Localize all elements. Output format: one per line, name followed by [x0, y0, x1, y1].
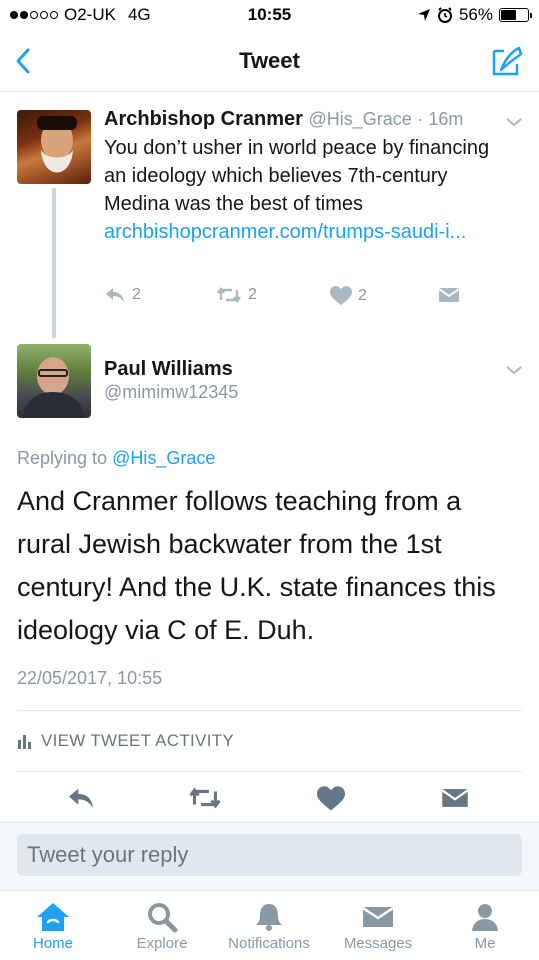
reply-icon	[106, 288, 124, 302]
reply-icon[interactable]	[66, 786, 96, 810]
status-bar: O2-UK 4G 10:55 56%	[0, 0, 539, 30]
replying-label: Replying to	[17, 448, 113, 468]
heart-icon[interactable]	[317, 786, 345, 812]
person-icon	[472, 904, 498, 931]
replying-to: Replying to @His_Grace	[17, 448, 215, 469]
divider	[17, 771, 522, 772]
heart-icon	[330, 286, 352, 305]
bell-icon	[256, 904, 282, 931]
reply-count: 2	[132, 286, 141, 303]
view-tweet-activity-button[interactable]: VIEW TWEET ACTIVITY	[17, 731, 234, 751]
nav-bar: Tweet	[0, 30, 539, 92]
tweet-text: You don’t usher in world peace by financ…	[104, 134, 514, 246]
retweet-action[interactable]: 2	[216, 286, 257, 304]
tab-messages[interactable]: Messages	[336, 891, 420, 960]
home-icon	[37, 903, 69, 931]
tab-bar: Home Explore Notifications Messages Me	[0, 890, 539, 960]
tab-label: Messages	[343, 935, 413, 952]
envelope-icon	[438, 288, 460, 302]
retweet-icon[interactable]	[188, 786, 222, 810]
tweet-link[interactable]: archbishopcranmer.com/trumps-saudi-i...	[104, 221, 466, 243]
author-handle: @His_Grace	[308, 109, 412, 129]
tab-label: Explore	[136, 935, 188, 952]
page-title: Tweet	[239, 48, 300, 73]
search-icon	[148, 903, 178, 933]
envelope-icon	[362, 907, 394, 927]
tab-label: Notifications	[228, 935, 310, 952]
tweet-body: You don’t usher in world peace by financ…	[104, 137, 490, 215]
tweet-actions-main	[0, 786, 539, 818]
avatar-cranmer[interactable]	[17, 110, 91, 184]
tab-label: Home	[32, 935, 73, 952]
activity-label: VIEW TWEET ACTIVITY	[41, 731, 235, 750]
author-name[interactable]: Archbishop Cranmer @His_Grace · 16m	[104, 108, 463, 131]
reply-action[interactable]: 2	[104, 286, 141, 304]
envelope-icon[interactable]	[441, 786, 469, 810]
tab-label: Me	[474, 935, 496, 952]
tweet-actions: 2 2 2	[104, 286, 464, 312]
author-name-text: Archbishop Cranmer	[104, 108, 303, 130]
battery-icon	[499, 8, 532, 22]
direct-message-action[interactable]	[438, 286, 460, 304]
like-action[interactable]: 2	[330, 286, 367, 306]
tab-home[interactable]: Home	[22, 891, 84, 960]
portrait-image	[37, 116, 77, 173]
divider	[17, 710, 522, 711]
tweet-text: And Cranmer follows teaching from a rura…	[17, 486, 496, 645]
battery-fill	[501, 10, 516, 20]
battery-percent: 56%	[458, 5, 493, 24]
thread-connector	[52, 188, 56, 338]
reply-input[interactable]	[17, 834, 522, 876]
reply-bar	[0, 822, 539, 890]
alarm-icon	[437, 7, 452, 23]
retweet-icon	[217, 287, 241, 303]
author-handle[interactable]: @mimimw12345	[104, 382, 238, 403]
replying-handle-link[interactable]: @His_Grace	[112, 448, 215, 468]
avatar-paul-williams[interactable]	[17, 344, 91, 418]
tweet-age: · 16m	[417, 109, 464, 129]
author-name[interactable]: Paul Williams	[104, 358, 233, 381]
compose-tweet-icon[interactable]	[489, 44, 525, 78]
location-arrow-icon	[417, 9, 430, 21]
chevron-down-icon[interactable]	[505, 116, 523, 128]
portrait-image	[23, 357, 85, 418]
bar-chart-icon	[18, 735, 31, 749]
tweet-timestamp: 22/05/2017, 10:55	[17, 668, 163, 688]
chevron-down-icon[interactable]	[505, 364, 523, 376]
retweet-count: 2	[248, 286, 257, 303]
like-count: 2	[358, 287, 367, 304]
tab-notifications[interactable]: Notifications	[218, 891, 320, 960]
status-right: 56%	[417, 5, 532, 25]
tab-explore[interactable]: Explore	[126, 891, 198, 960]
tab-me[interactable]: Me	[458, 891, 512, 960]
